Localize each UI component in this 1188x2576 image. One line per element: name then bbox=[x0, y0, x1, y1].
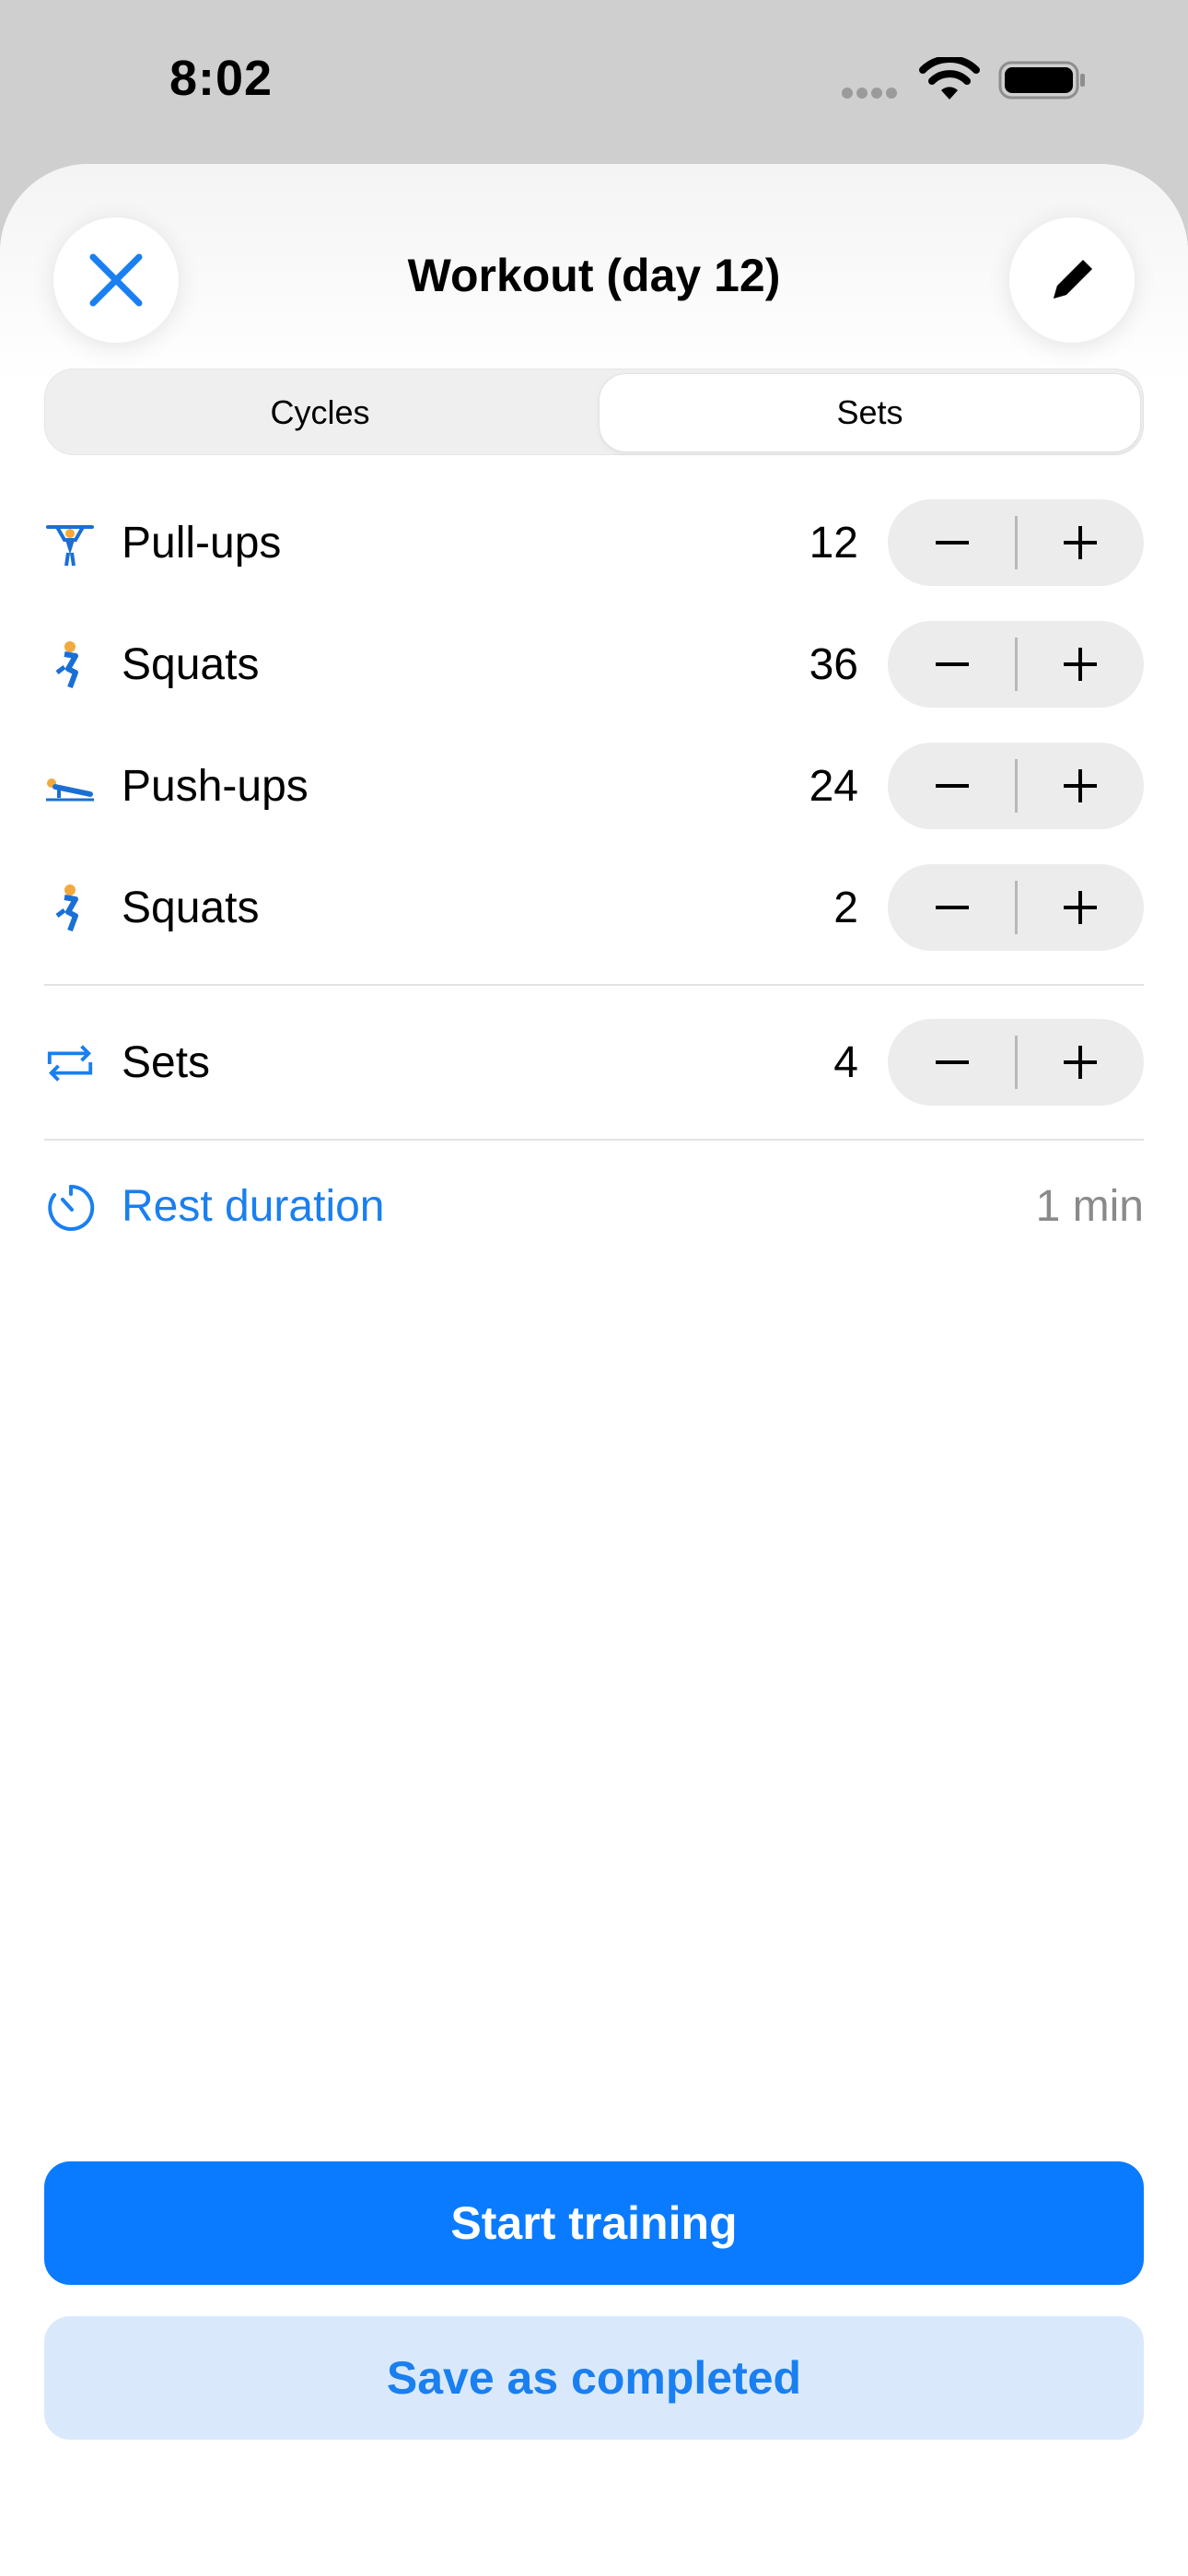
minus-icon bbox=[935, 1060, 969, 1064]
increment-button[interactable] bbox=[1016, 864, 1144, 951]
minus-icon bbox=[935, 541, 969, 544]
start-training-button[interactable]: Start training bbox=[44, 2161, 1144, 2285]
pencil-icon bbox=[1054, 260, 1092, 299]
count-stepper bbox=[888, 743, 1144, 829]
status-time: 8:02 bbox=[169, 51, 274, 106]
divider bbox=[44, 1139, 1144, 1141]
exercise-count: 36 bbox=[809, 640, 858, 689]
plus-icon bbox=[1063, 891, 1097, 924]
squat-icon bbox=[44, 639, 96, 691]
exercise-name: Squats bbox=[122, 884, 260, 932]
exercise-count: 2 bbox=[833, 884, 858, 932]
save-as-completed-button[interactable]: Save as completed bbox=[44, 2316, 1144, 2440]
rest-duration-row[interactable]: Rest duration 1 min bbox=[44, 1176, 1144, 1240]
minus-icon bbox=[935, 662, 969, 666]
decrement-button[interactable] bbox=[888, 743, 1016, 829]
exercise-count: 12 bbox=[809, 519, 858, 568]
plus-icon bbox=[1063, 1046, 1097, 1079]
edit-button[interactable] bbox=[1009, 217, 1135, 343]
pushup-icon bbox=[44, 761, 96, 813]
segmented-control: Cycles Sets bbox=[44, 369, 1144, 455]
pullup-icon bbox=[44, 518, 96, 569]
exercise-name: Pull-ups bbox=[122, 519, 282, 568]
battery-icon bbox=[998, 61, 1085, 100]
exercise-row: Pull-ups 12 bbox=[44, 499, 1144, 586]
exercise-row: Squats 2 bbox=[44, 864, 1144, 951]
minus-icon bbox=[935, 906, 969, 909]
status-bar: 8:02 bbox=[0, 0, 1188, 164]
exercise-row: Squats 36 bbox=[44, 621, 1144, 708]
repeat-icon bbox=[44, 1037, 96, 1089]
exercise-name: Push-ups bbox=[122, 762, 309, 811]
decrement-button[interactable] bbox=[888, 1019, 1016, 1106]
exercise-count: 24 bbox=[809, 762, 858, 811]
sets-label: Sets bbox=[122, 1038, 211, 1087]
increment-button[interactable] bbox=[1016, 621, 1144, 708]
wifi-icon bbox=[919, 57, 980, 100]
decrement-button[interactable] bbox=[888, 864, 1016, 951]
exercise-name: Squats bbox=[122, 640, 260, 689]
timer-icon bbox=[48, 1184, 95, 1231]
minus-icon bbox=[935, 784, 969, 788]
tab-cycles[interactable]: Cycles bbox=[49, 373, 591, 452]
squat-icon bbox=[44, 883, 96, 934]
count-stepper bbox=[888, 864, 1144, 951]
plus-icon bbox=[1063, 648, 1097, 681]
exercise-row: Push-ups 24 bbox=[44, 743, 1144, 829]
tab-sets[interactable]: Sets bbox=[599, 373, 1141, 452]
count-stepper bbox=[888, 499, 1144, 586]
increment-button[interactable] bbox=[1016, 743, 1144, 829]
rest-duration-value: 1 min bbox=[1035, 1182, 1144, 1231]
increment-button[interactable] bbox=[1016, 1019, 1144, 1106]
rest-duration-label: Rest duration bbox=[122, 1182, 385, 1231]
workout-sheet: Workout (day 12) Cycles Sets Pull-ups 12 bbox=[0, 164, 1188, 2576]
count-stepper bbox=[888, 621, 1144, 708]
divider bbox=[44, 984, 1144, 986]
cellular-signal-icon bbox=[842, 87, 901, 103]
decrement-button[interactable] bbox=[888, 499, 1016, 586]
sets-count: 4 bbox=[833, 1038, 858, 1087]
increment-button[interactable] bbox=[1016, 499, 1144, 586]
sets-stepper bbox=[888, 1019, 1144, 1106]
decrement-button[interactable] bbox=[888, 621, 1016, 708]
plus-icon bbox=[1063, 769, 1097, 802]
plus-icon bbox=[1063, 526, 1097, 559]
sets-row: Sets 4 bbox=[44, 1019, 1144, 1106]
